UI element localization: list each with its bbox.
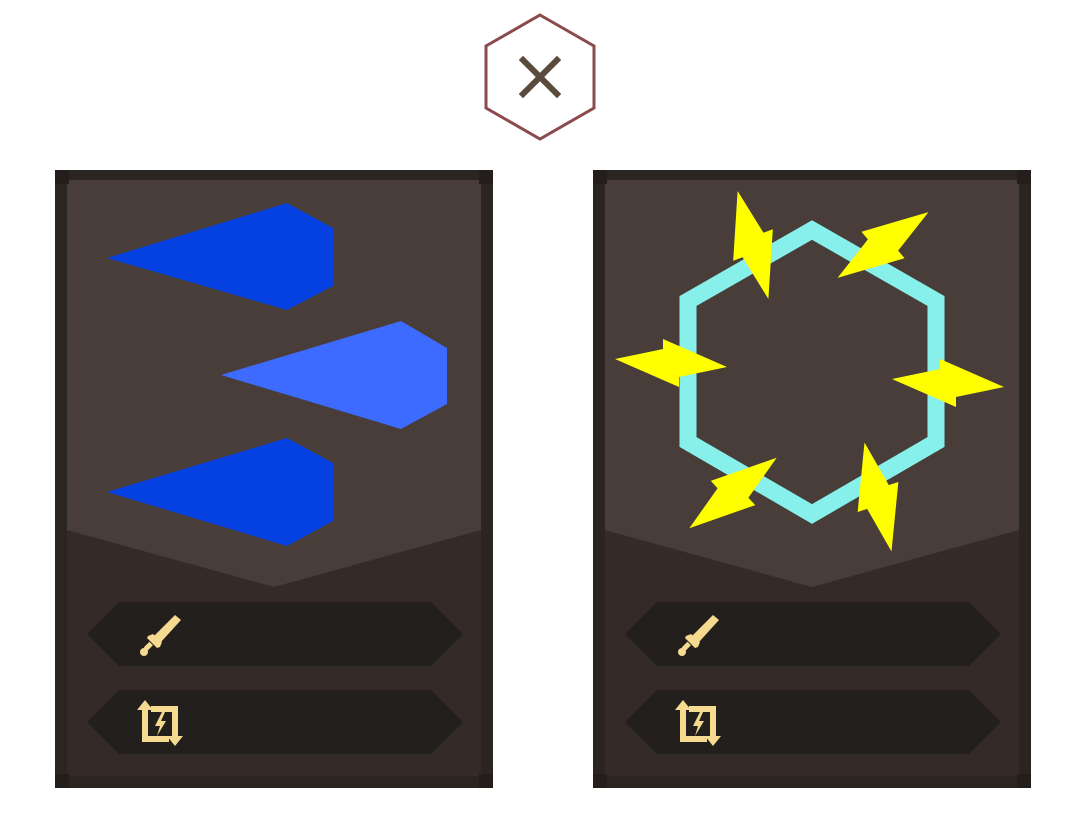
- card-lightning-ring[interactable]: [593, 170, 1031, 788]
- lightning-bolt-icon: [892, 359, 1004, 407]
- swap-lightning-icon: [675, 700, 721, 746]
- card-art-lightning-ring: [615, 191, 1004, 552]
- close-button[interactable]: [483, 12, 597, 142]
- swap-lightning-icon: [137, 700, 183, 746]
- shard-middle: [221, 321, 447, 429]
- close-hexagon: [484, 13, 596, 141]
- stat-row-attack[interactable]: [87, 602, 463, 666]
- card-art-blue-shards: [107, 203, 447, 546]
- sword-icon: [678, 615, 719, 656]
- shard-top: [107, 203, 333, 310]
- stat-row-swap[interactable]: [87, 690, 463, 754]
- stat-row-attack[interactable]: [625, 602, 1001, 666]
- lightning-bolt-icon: [615, 339, 727, 387]
- card-blue-shards[interactable]: [55, 170, 493, 788]
- shard-bottom: [107, 438, 333, 546]
- hex-ring: [679, 220, 945, 524]
- stat-row-swap[interactable]: [625, 690, 1001, 754]
- sword-icon: [140, 615, 181, 656]
